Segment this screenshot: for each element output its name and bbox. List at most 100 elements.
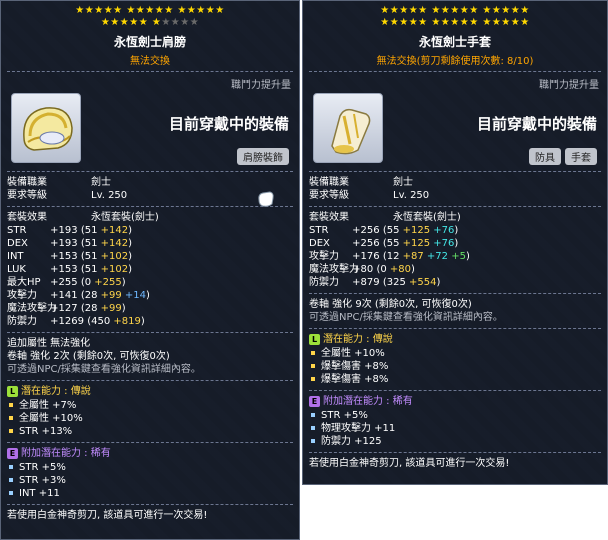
trade-status: 無法交換(剪刀剩餘使用次數: 8/10) bbox=[376, 56, 534, 67]
potential-line: STR +3% bbox=[1, 474, 299, 487]
star-icon: ★ bbox=[501, 17, 511, 28]
stat-bonus2: +14 bbox=[121, 290, 147, 301]
stat-total: +193 bbox=[47, 238, 81, 249]
star-icon: ★ bbox=[431, 5, 441, 16]
divider bbox=[7, 71, 293, 72]
bullet-icon bbox=[9, 429, 13, 433]
star-icon: ★ bbox=[94, 5, 104, 16]
stat-row: STR +193 (51 +142) bbox=[1, 224, 299, 237]
shoulder-item-icon bbox=[11, 93, 81, 163]
potential-text: STR +5% bbox=[321, 410, 368, 421]
equipped-label: 目前穿戴中的裝備 bbox=[476, 115, 597, 133]
stat-row: LUK +153 (51 +102) bbox=[1, 263, 299, 276]
star-icon: ★ bbox=[469, 17, 479, 28]
star-icon: ★ bbox=[145, 5, 155, 16]
bullet-icon bbox=[9, 403, 13, 407]
stat-close: ) bbox=[436, 277, 441, 288]
bullet-icon bbox=[9, 465, 13, 469]
stat-total: +80 bbox=[349, 264, 377, 275]
shoulder-item-tooltip: ★★★★★ ★★★★★ ★★★★★ ★★★★★ ★★★★★ 永恆劍士肩膀 無法交換… bbox=[0, 0, 300, 540]
star-icon: ★ bbox=[408, 17, 419, 28]
scroll-upgrade-note: 卷軸 強化 2次 (剩餘0次, 可恢復0次) bbox=[7, 351, 170, 362]
stat-total: +127 bbox=[47, 303, 81, 314]
star-icon: ★ bbox=[399, 17, 409, 28]
set-label: 套裝效果 bbox=[309, 212, 349, 223]
star-icon: ★ bbox=[389, 5, 400, 16]
star-icon: ★ bbox=[501, 5, 511, 16]
star-icon: ★ bbox=[491, 17, 502, 28]
potential-line: STR +13% bbox=[1, 425, 299, 438]
stat-bonus: +99 bbox=[100, 303, 122, 314]
star-icon: ★ bbox=[431, 17, 441, 28]
stat-base: (0 bbox=[80, 277, 95, 288]
star-icon: ★ bbox=[450, 5, 460, 16]
star-icon: ★ bbox=[196, 5, 206, 16]
bullet-icon bbox=[311, 364, 315, 368]
star-icon: ★ bbox=[380, 17, 390, 28]
scroll-upgrade-note: 卷軸 強化 9次 (剩餘0次, 可恢復0次) bbox=[309, 299, 472, 310]
stat-close: ) bbox=[121, 303, 126, 314]
star-icon: ★ bbox=[119, 17, 130, 28]
stat-base: (12 bbox=[382, 251, 403, 262]
potential-text: 物理攻擊力 +11 bbox=[321, 423, 396, 434]
job-power-label: 職鬥力提升量 bbox=[539, 80, 599, 91]
stat-bonus2: +76 bbox=[430, 238, 455, 249]
trade-status: 無法交換 bbox=[130, 56, 170, 67]
bullet-icon bbox=[9, 491, 13, 495]
star-icon: ★ bbox=[418, 17, 428, 28]
stat-base: (28 bbox=[80, 303, 101, 314]
potential-text: 全屬性 +10% bbox=[19, 413, 83, 424]
potential-text: STR +13% bbox=[19, 426, 73, 437]
stat-row: DEX +193 (51 +142) bbox=[1, 237, 299, 250]
stat-bonus: +125 bbox=[402, 225, 431, 236]
bullet-icon bbox=[9, 416, 13, 420]
stat-total: +879 bbox=[349, 277, 383, 288]
stat-name: 防禦力 bbox=[7, 316, 37, 327]
potential-text: 爆擊傷害 +8% bbox=[321, 374, 389, 385]
level-value: Lv. 250 bbox=[91, 190, 128, 201]
stat-row: 攻擊力 +141 (28 +99 +14) bbox=[1, 289, 299, 302]
level-label: 要求等級 bbox=[7, 190, 47, 201]
star-icon: ★ bbox=[164, 5, 174, 16]
stat-bonus: +102 bbox=[100, 264, 129, 275]
npc-info-note: 可透過NPC/採集鍵查看強化資訊詳細內容。 bbox=[309, 312, 503, 323]
set-label: 套裝效果 bbox=[7, 212, 47, 223]
star-icon: ★ bbox=[180, 17, 190, 28]
stat-name: INT bbox=[7, 251, 24, 262]
stat-row: DEX +256 (55 +125 +76) bbox=[303, 237, 607, 250]
stat-base: (55 bbox=[382, 225, 403, 236]
rare-badge-icon: E bbox=[309, 395, 320, 407]
star-row: ★★★★★ ★★★★★ bbox=[1, 17, 299, 29]
star-icon: ★ bbox=[469, 5, 479, 16]
star-icon: ★ bbox=[450, 17, 460, 28]
star-force-stars: ★★★★★ ★★★★★ ★★★★★ ★★★★★ ★★★★★ ★★★★★ bbox=[303, 5, 607, 29]
item-title: 永恆劍士肩膀 bbox=[113, 35, 186, 49]
stat-row: 魔法攻擊力 +80 (0 +80) bbox=[303, 263, 607, 276]
category-tag: 肩膀裝飾 bbox=[237, 148, 289, 165]
bullet-icon bbox=[311, 426, 315, 430]
stat-row: 最大HP +255 (0 +255) bbox=[1, 276, 299, 289]
stat-close: ) bbox=[411, 264, 415, 275]
star-icon: ★ bbox=[440, 5, 451, 16]
stat-bonus: +102 bbox=[100, 251, 129, 262]
additional-potential-header: 附加潛在能力 : 稀有 bbox=[323, 396, 413, 407]
star-icon: ★ bbox=[491, 5, 502, 16]
job-value: 劍士 bbox=[393, 177, 413, 188]
stat-bonus3: +5 bbox=[448, 251, 466, 262]
stat-close: ) bbox=[121, 277, 126, 288]
star-icon: ★ bbox=[100, 17, 111, 28]
stat-name: STR bbox=[7, 225, 27, 236]
star-icon: ★ bbox=[520, 5, 530, 16]
stat-name: DEX bbox=[309, 238, 330, 249]
star-icon: ★ bbox=[482, 17, 492, 28]
potential-line: STR +5% bbox=[1, 461, 299, 474]
stat-bonus2: +76 bbox=[430, 225, 455, 236]
stat-close: ) bbox=[128, 225, 133, 236]
bullet-icon bbox=[311, 413, 315, 417]
equipped-label: 目前穿戴中的裝備 bbox=[168, 115, 289, 133]
star-icon: ★ bbox=[399, 5, 409, 16]
stat-name: 魔法攻擊力 bbox=[7, 303, 57, 314]
star-icon: ★ bbox=[510, 5, 521, 16]
stat-close: ) bbox=[140, 316, 145, 327]
star-icon: ★ bbox=[151, 17, 162, 28]
